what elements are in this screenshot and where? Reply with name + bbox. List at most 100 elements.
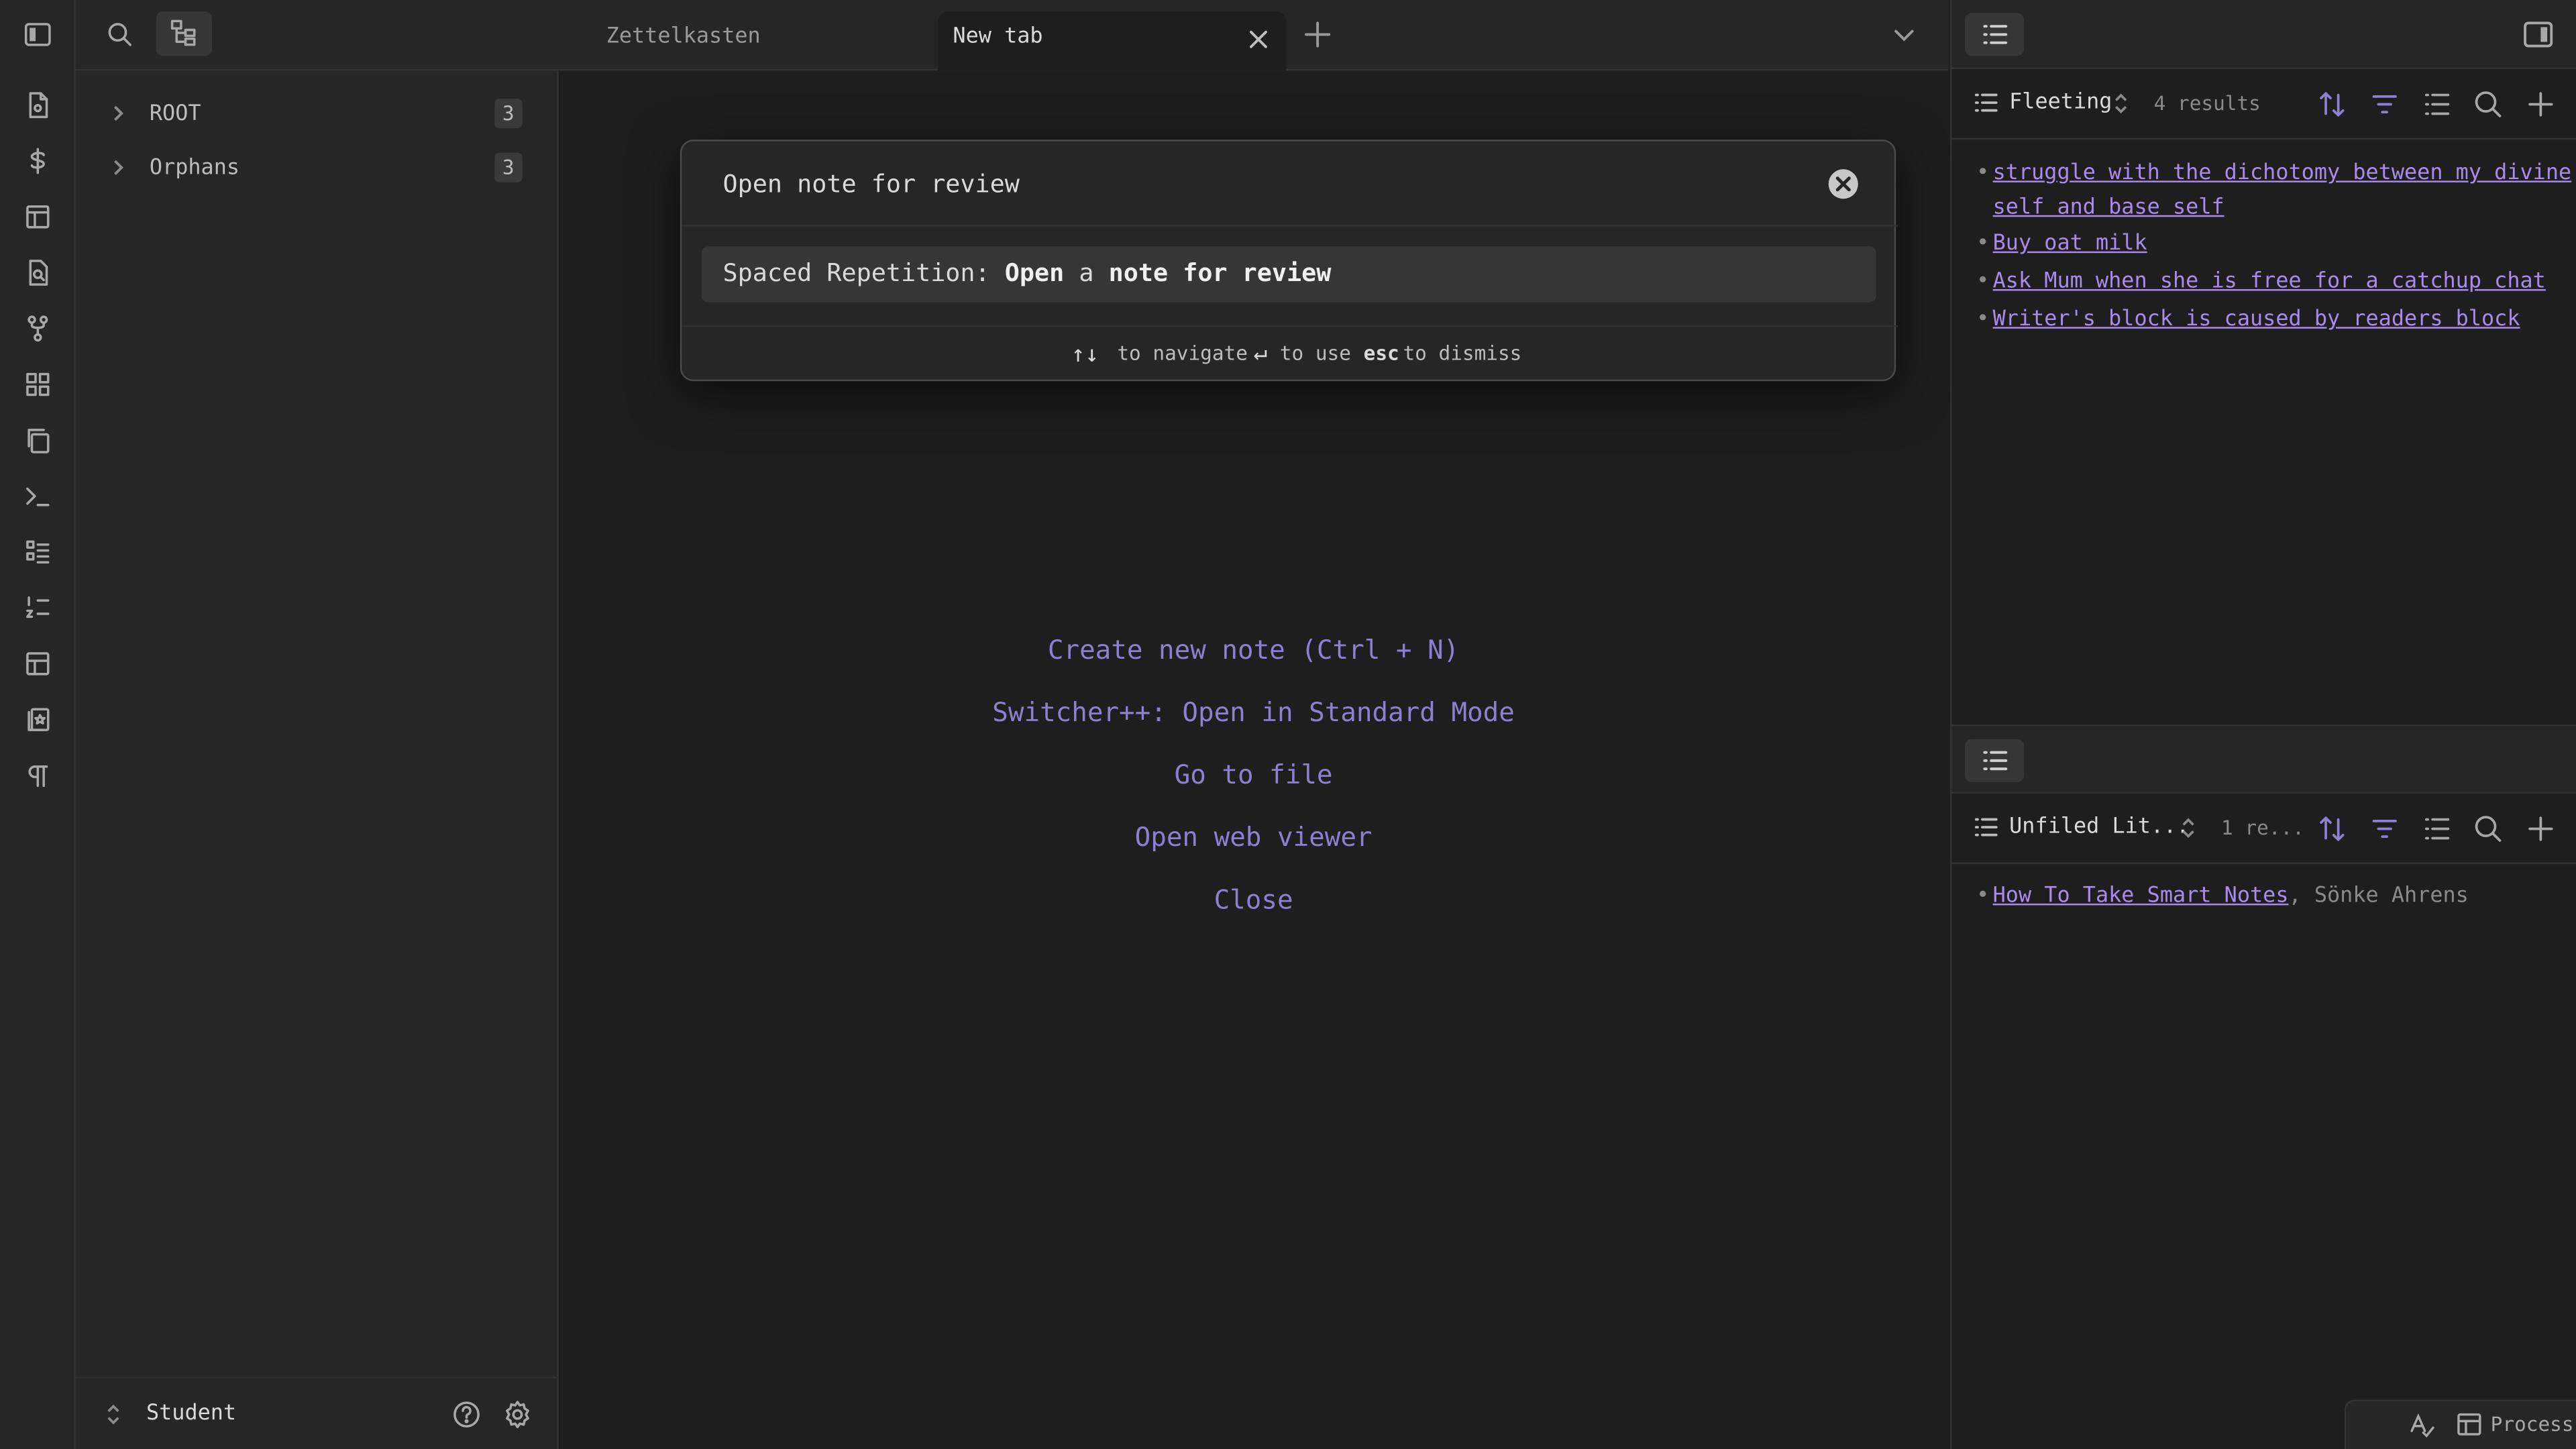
- vault-switcher[interactable]: Student: [102, 1398, 332, 1434]
- folder-tree-icon: [169, 18, 202, 51]
- result-link[interactable]: Ask Mum when she is free for a catchup c…: [1993, 270, 2546, 294]
- result-link[interactable]: struggle with the dichotomy between my d…: [1993, 161, 2572, 220]
- chevron-right-icon: [109, 158, 128, 177]
- list-icon: [1983, 751, 2008, 771]
- help-icon[interactable]: [451, 1400, 484, 1433]
- chevron-right-icon: [109, 103, 128, 123]
- ribbon: [0, 0, 76, 1449]
- list-item: • Buy oat milk: [1976, 231, 2147, 257]
- properties-list-icon[interactable]: [2422, 813, 2455, 846]
- file-search-icon[interactable]: [23, 258, 56, 290]
- chevrons-up-down-icon[interactable]: [2177, 816, 2200, 839]
- list-item: • struggle with the dichotomy between my…: [1976, 161, 2572, 221]
- tree-item-root[interactable]: ROOT 3: [102, 95, 533, 138]
- clear-input-icon[interactable]: [1827, 168, 1860, 201]
- table-icon[interactable]: [23, 649, 56, 682]
- add-plus-icon[interactable]: [2525, 89, 2558, 121]
- right-sidebar: Fleeting 4 results • struggle with the d…: [1949, 0, 2576, 1449]
- command-search-input[interactable]: [701, 158, 1819, 211]
- right-sidebar-header: [1951, 0, 2576, 69]
- tab-zettelkasten[interactable]: Zettelkasten: [586, 11, 934, 70]
- dollar-icon[interactable]: [23, 146, 56, 179]
- sidebar-toggle-icon[interactable]: [23, 19, 56, 52]
- settings-gear-icon[interactable]: [502, 1400, 535, 1433]
- outline-view-button[interactable]: [1965, 739, 2025, 782]
- grid-icon[interactable]: [23, 370, 56, 402]
- flashcards-icon[interactable]: [23, 705, 56, 738]
- copy-icon[interactable]: [23, 425, 56, 458]
- panel-title[interactable]: Unfiled Lit...: [2009, 815, 2189, 840]
- add-plus-icon[interactable]: [2525, 813, 2558, 846]
- sort-icon[interactable]: [2316, 813, 2349, 846]
- tab-label: Zettelkasten: [606, 24, 761, 50]
- sort-icon[interactable]: [2316, 89, 2349, 121]
- enter-key-hint: ↵: [1253, 339, 1268, 367]
- new-tab-plus-icon[interactable]: [1303, 19, 1332, 49]
- open-today-icon[interactable]: [23, 91, 56, 123]
- hint-text: to navigate: [1117, 341, 1248, 365]
- list-icon[interactable]: [23, 537, 56, 570]
- search-icon[interactable]: [2473, 89, 2506, 121]
- chevrons-up-down-icon[interactable]: [2110, 92, 2133, 115]
- tab-new-tab[interactable]: New tab: [938, 11, 1287, 71]
- file-tree-button[interactable]: [156, 11, 212, 56]
- close-tab-icon[interactable]: [1245, 26, 1271, 52]
- tab-label: New tab: [953, 24, 1043, 50]
- list-item: • Ask Mum when she is free for a catchup…: [1976, 269, 2546, 294]
- hint-text: to use: [1279, 341, 1351, 365]
- process-button[interactable]: Process: [2456, 1411, 2574, 1441]
- vault-switcher-bar: Student: [75, 1377, 559, 1449]
- chevrons-up-down-icon: [102, 1403, 125, 1426]
- results-count: 1 re...: [2221, 816, 2304, 840]
- search-icon[interactable]: [105, 19, 138, 52]
- git-fork-icon[interactable]: [23, 314, 56, 347]
- prompt-instructions: ↑↓ to navigate ↵ to use esc to dismiss: [682, 325, 1898, 383]
- close-action[interactable]: Close: [559, 884, 1949, 916]
- pilcrow-icon[interactable]: [23, 761, 56, 794]
- filter-icon[interactable]: [2369, 89, 2402, 121]
- list-icon: [1972, 813, 2004, 846]
- unfiled-panel-toolbar: Unfiled Lit... 1 re...: [1951, 795, 2576, 865]
- list-ordered-icon[interactable]: [23, 593, 56, 626]
- open-web-viewer-action[interactable]: Open web viewer: [559, 822, 1949, 853]
- list-item: • How To Take Smart Notes, Sönke Ahrens: [1976, 883, 2469, 909]
- switcher-standard-mode-action[interactable]: Switcher++: Open in Standard Mode: [559, 696, 1949, 728]
- esc-key-hint: esc: [1363, 341, 1399, 365]
- tab-list-chevron-down-icon[interactable]: [1891, 21, 1917, 48]
- list-item: • Writer's block is caused by readers bl…: [1976, 307, 2520, 332]
- filter-icon[interactable]: [2369, 813, 2402, 846]
- tree-item-orphans[interactable]: Orphans 3: [102, 150, 533, 193]
- tree-item-label: ROOT: [149, 101, 201, 127]
- right-sidebar-toggle-icon[interactable]: [2522, 18, 2555, 51]
- list-icon: [1972, 89, 2004, 121]
- terminal-icon[interactable]: [23, 482, 56, 515]
- command-palette-modal: Spaced Repetition: Open a note for revie…: [680, 140, 1898, 383]
- tab-bar: Zettelkasten New tab: [558, 0, 1949, 71]
- create-new-note-action[interactable]: Create new note (Ctrl + N): [559, 634, 1949, 665]
- layout-icon[interactable]: [23, 202, 56, 235]
- result-link[interactable]: Writer's block is caused by readers bloc…: [1993, 307, 2520, 332]
- tree-item-count: 3: [494, 152, 523, 182]
- app-window: ROOT 3 Orphans 3 Student Zettelkasten Ne…: [0, 0, 2576, 1449]
- result-link[interactable]: How To Take Smart Notes: [1993, 884, 2289, 909]
- search-icon[interactable]: [2473, 813, 2506, 846]
- suggestion-item[interactable]: Spaced Repetition: Open a note for revie…: [701, 246, 1876, 303]
- spellcheck-icon[interactable]: [2408, 1411, 2434, 1438]
- second-panel-header: [1951, 724, 2576, 794]
- go-to-file-action[interactable]: Go to file: [559, 759, 1949, 790]
- left-sidebar-header: [75, 0, 559, 71]
- left-sidebar: [75, 0, 559, 1449]
- hint-text: to dismiss: [1403, 341, 1522, 365]
- vault-name: Student: [146, 1401, 237, 1426]
- properties-list-icon[interactable]: [2422, 89, 2455, 121]
- result-author: Sönke Ahrens: [2314, 883, 2469, 909]
- suggestion-prefix: Spaced Repetition:: [722, 258, 1005, 288]
- layout-icon: [2456, 1411, 2482, 1438]
- fleeting-panel-toolbar: Fleeting 4 results: [1951, 70, 2576, 140]
- result-link[interactable]: Buy oat milk: [1993, 231, 2147, 256]
- list-icon: [1983, 25, 2008, 44]
- outline-view-button[interactable]: [1965, 13, 2025, 56]
- process-label: Process: [2490, 1413, 2574, 1436]
- panel-title[interactable]: Fleeting: [2009, 91, 2112, 115]
- arrow-keys-hint: ↑↓: [1071, 341, 1099, 368]
